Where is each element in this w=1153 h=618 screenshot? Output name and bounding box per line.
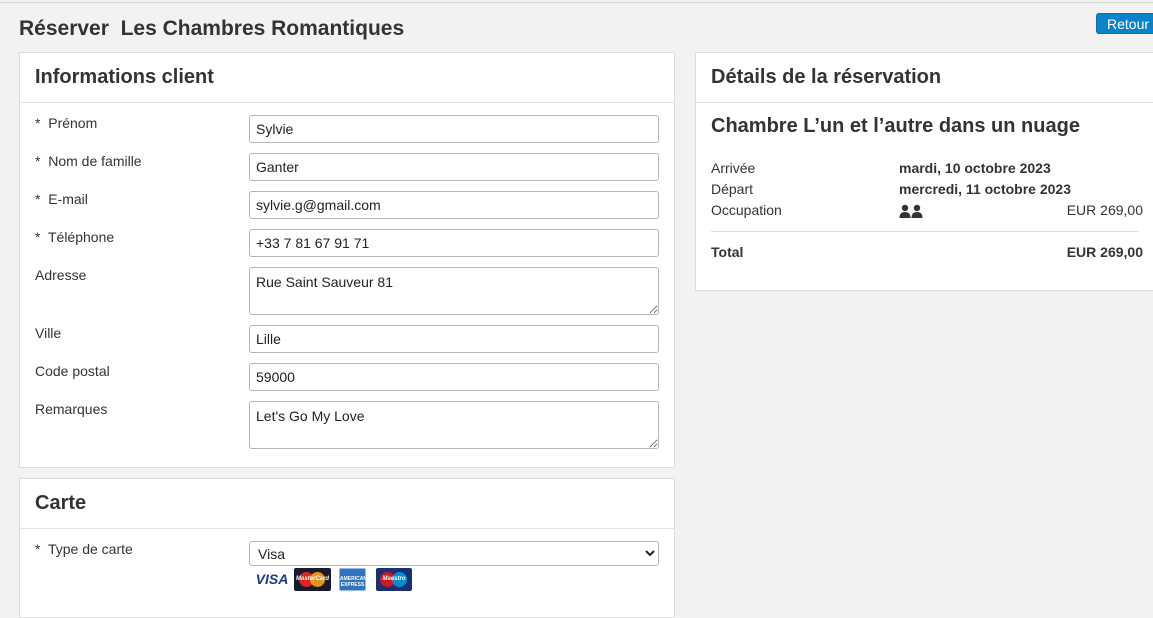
occupation-label: Occupation (711, 202, 782, 218)
amex-logo: AMERICAN EXPRESS (339, 568, 367, 591)
reservation-details-panel: Détails de la réservation Chambre L’un e… (695, 52, 1153, 291)
adresse-textarea[interactable]: Rue Saint Sauveur 81 (249, 267, 659, 315)
ville-label: Ville (35, 325, 62, 341)
client-info-panel: Informations client * Prénom * Nom de fa… (19, 52, 675, 468)
code-postal-label: Code postal (35, 363, 110, 379)
total-value: EUR 269,00 (1066, 244, 1143, 260)
telephone-input[interactable] (249, 229, 659, 257)
card-type-label: * Type de carte (35, 541, 133, 557)
email-label: * E-mail (35, 191, 88, 207)
top-divider (0, 2, 1153, 3)
card-panel: Carte * Type de carte Visa VISA MasterCa… (19, 478, 675, 618)
occupation-price: EUR 269,00 (1066, 202, 1143, 218)
page-title: Réserver Les Chambres Romantiques (19, 17, 405, 40)
telephone-label: * Téléphone (35, 229, 115, 245)
details-divider (711, 231, 1139, 232)
amex-logo-text: AMERICAN EXPRESS (340, 576, 367, 588)
client-info-heading: Informations client (20, 53, 674, 103)
departure-label: Départ (711, 181, 754, 197)
nom-label: * Nom de famille (35, 153, 142, 169)
departure-value: mercredi, 11 octobre 2023 (899, 181, 1071, 197)
adresse-label: Adresse (35, 267, 87, 283)
two-people-icon (899, 204, 923, 218)
occupation-row: Occupation EUR 269,00 (711, 202, 1143, 220)
mastercard-logo: MasterCard (294, 568, 331, 591)
prenom-label: * Prénom (35, 115, 98, 131)
maestro-logo: Maestro (376, 568, 412, 591)
code-postal-input[interactable] (249, 363, 659, 391)
nom-input[interactable] (249, 153, 659, 181)
remarques-textarea[interactable]: Let's Go My Love (249, 401, 659, 449)
card-heading: Carte (20, 479, 674, 529)
remarques-label: Remarques (35, 401, 108, 417)
visa-logo: VISA (255, 571, 289, 587)
card-type-select[interactable]: Visa (249, 541, 659, 566)
back-button[interactable]: Retour (1096, 13, 1153, 34)
mastercard-logo-text: MasterCard (295, 576, 329, 582)
arrival-label: Arrivée (711, 160, 756, 176)
ville-input[interactable] (249, 325, 659, 353)
room-title: Chambre L’un et l’autre dans un nuage (711, 115, 1080, 137)
maestro-logo-text: Maestro (382, 576, 406, 582)
reservation-details-heading: Détails de la réservation (696, 53, 1153, 103)
arrival-value: mardi, 10 octobre 2023 (899, 160, 1051, 176)
email-input[interactable] (249, 191, 659, 219)
prenom-input[interactable] (249, 115, 659, 143)
